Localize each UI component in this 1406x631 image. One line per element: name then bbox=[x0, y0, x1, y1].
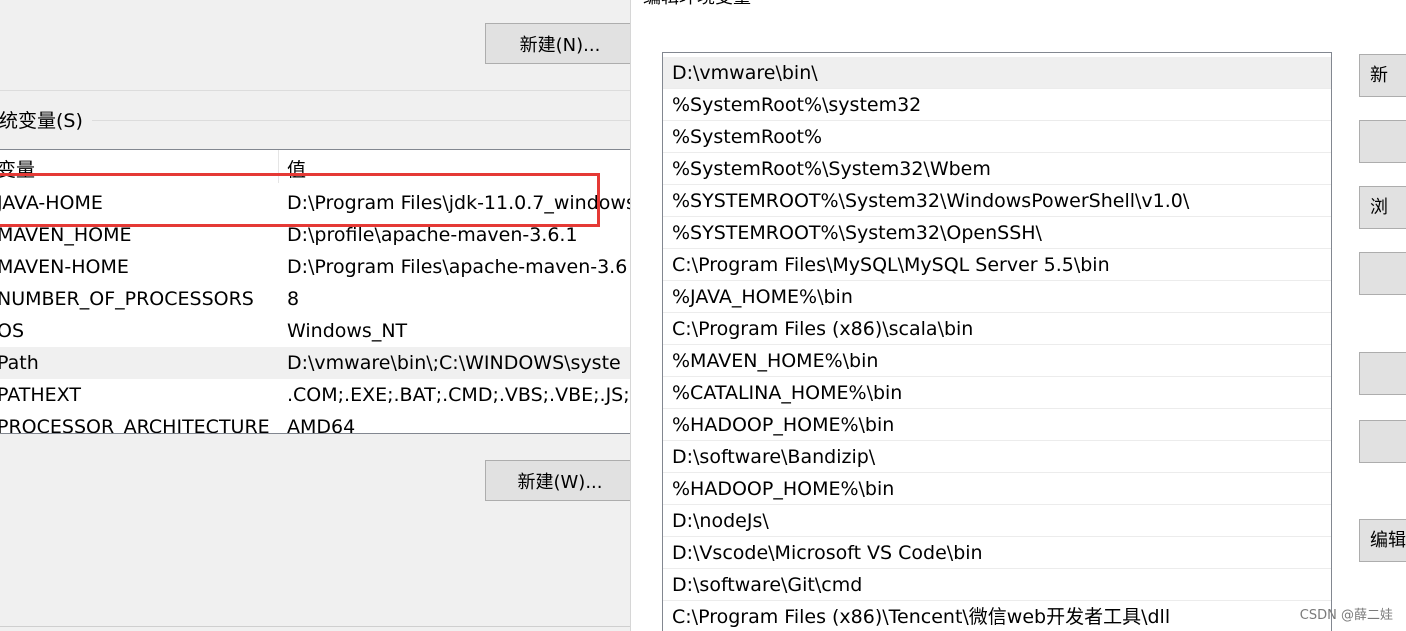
path-entry[interactable]: D:\software\Bandizip\ bbox=[663, 441, 1331, 473]
variable-name: MAVEN-HOME bbox=[0, 256, 129, 278]
path-entry[interactable]: %SystemRoot%\system32 bbox=[663, 89, 1331, 121]
path-entry[interactable]: %SYSTEMROOT%\System32\OpenSSH\ bbox=[663, 217, 1331, 249]
user-group-bottom-border bbox=[0, 90, 630, 91]
variable-name: NUMBER_OF_PROCESSORS bbox=[0, 288, 254, 310]
divider bbox=[0, 626, 630, 627]
system-variables-table[interactable]: 变量 值 JAVA-HOME D:\Program Files\jdk-11.0… bbox=[0, 149, 630, 434]
variable-name: PATHEXT bbox=[0, 384, 81, 406]
move-down-button[interactable] bbox=[1359, 420, 1406, 463]
table-row[interactable]: MAVEN_HOME D:\profile\apache-maven-3.6.1 bbox=[0, 219, 630, 251]
path-entry[interactable]: %SYSTEMROOT%\System32\WindowsPowerShell\… bbox=[663, 185, 1331, 217]
variable-name: JAVA-HOME bbox=[0, 192, 103, 214]
variable-value: D:\Program Files\jdk-11.0.7_windows bbox=[287, 192, 630, 214]
system-group-border bbox=[92, 120, 630, 121]
variable-name: PROCESSOR_ARCHITECTURE bbox=[0, 416, 270, 434]
move-up-button[interactable] bbox=[1359, 352, 1406, 395]
column-header-variable[interactable]: 变量 bbox=[0, 158, 35, 182]
variable-value: Windows_NT bbox=[287, 320, 408, 342]
edit-environment-variable-dialog: 编辑环境变量 D:\vmware\bin\ %SystemRoot%\syste… bbox=[630, 0, 1406, 631]
column-divider[interactable] bbox=[278, 150, 279, 183]
path-entries-list[interactable]: D:\vmware\bin\ %SystemRoot%\system32 %Sy… bbox=[662, 52, 1332, 631]
variable-value: 8 bbox=[287, 288, 300, 310]
table-row[interactable]: NUMBER_OF_PROCESSORS 8 bbox=[0, 283, 630, 315]
path-entry[interactable]: %JAVA_HOME%\bin bbox=[663, 281, 1331, 313]
variable-value: D:\profile\apache-maven-3.6.1 bbox=[287, 224, 578, 246]
column-header-value[interactable]: 值 bbox=[287, 158, 306, 182]
table-header: 变量 值 bbox=[0, 150, 630, 183]
dialog-title: 编辑环境变量 bbox=[643, 0, 751, 10]
variable-value: D:\vmware\bin\;C:\WINDOWS\syste bbox=[287, 352, 621, 374]
path-entry-selected[interactable]: D:\vmware\bin\ bbox=[663, 57, 1331, 89]
path-entry[interactable]: %HADOOP_HOME%\bin bbox=[663, 409, 1331, 441]
variable-name: MAVEN_HOME bbox=[0, 224, 132, 246]
table-row[interactable]: PATHEXT .COM;.EXE;.BAT;.CMD;.VBS;.VBE;.J… bbox=[0, 379, 630, 411]
path-entry[interactable]: D:\software\Git\cmd bbox=[663, 569, 1331, 601]
table-row[interactable]: MAVEN-HOME D:\Program Files\apache-maven… bbox=[0, 251, 630, 283]
new-user-variable-button[interactable]: 新建(N)... bbox=[485, 23, 630, 64]
path-entry[interactable]: D:\Vscode\Microsoft VS Code\bin bbox=[663, 537, 1331, 569]
path-entry[interactable]: %CATALINA_HOME%\bin bbox=[663, 377, 1331, 409]
variable-name: Path bbox=[0, 352, 39, 374]
variable-name: OS bbox=[0, 320, 25, 342]
new-system-variable-button[interactable]: 新建(W)... bbox=[485, 460, 630, 501]
edit-button[interactable] bbox=[1359, 120, 1406, 163]
table-row[interactable]: OS Windows_NT bbox=[0, 315, 630, 347]
path-entry[interactable]: %HADOOP_HOME%\bin bbox=[663, 473, 1331, 505]
path-entry[interactable]: C:\Program Files\MySQL\MySQL Server 5.5\… bbox=[663, 249, 1331, 281]
path-entry[interactable]: C:\Program Files (x86)\scala\bin bbox=[663, 313, 1331, 345]
path-entry[interactable]: %SystemRoot%\System32\Wbem bbox=[663, 153, 1331, 185]
new-button[interactable]: 新 bbox=[1359, 54, 1406, 97]
delete-button[interactable] bbox=[1359, 252, 1406, 295]
edit-text-button[interactable]: 编辑 bbox=[1359, 519, 1406, 562]
path-entry[interactable]: C:\Program Files (x86)\Tencent\微信web开发者工… bbox=[663, 601, 1331, 631]
variable-value: D:\Program Files\apache-maven-3.6 bbox=[287, 256, 628, 278]
system-variables-group-label: 统变量(S) bbox=[0, 108, 89, 134]
table-row[interactable]: JAVA-HOME D:\Program Files\jdk-11.0.7_wi… bbox=[0, 187, 630, 219]
variable-value: .COM;.EXE;.BAT;.CMD;.VBS;.VBE;.JS;. bbox=[287, 384, 630, 406]
environment-variables-dialog: 新建(N)... 统变量(S) 变量 值 JAVA-HOME D:\Progra… bbox=[0, 0, 630, 631]
variable-value: AMD64 bbox=[287, 416, 356, 434]
path-entry[interactable]: D:\nodeJs\ bbox=[663, 505, 1331, 537]
table-row[interactable]: PROCESSOR_ARCHITECTURE AMD64 bbox=[0, 411, 630, 434]
table-row-selected[interactable]: Path D:\vmware\bin\;C:\WINDOWS\syste bbox=[0, 347, 630, 379]
browse-button[interactable]: 浏 bbox=[1359, 186, 1406, 229]
path-entry[interactable]: %SystemRoot% bbox=[663, 121, 1331, 153]
path-entry[interactable]: %MAVEN_HOME%\bin bbox=[663, 345, 1331, 377]
watermark: CSDN @薛二娃 bbox=[1299, 608, 1393, 623]
